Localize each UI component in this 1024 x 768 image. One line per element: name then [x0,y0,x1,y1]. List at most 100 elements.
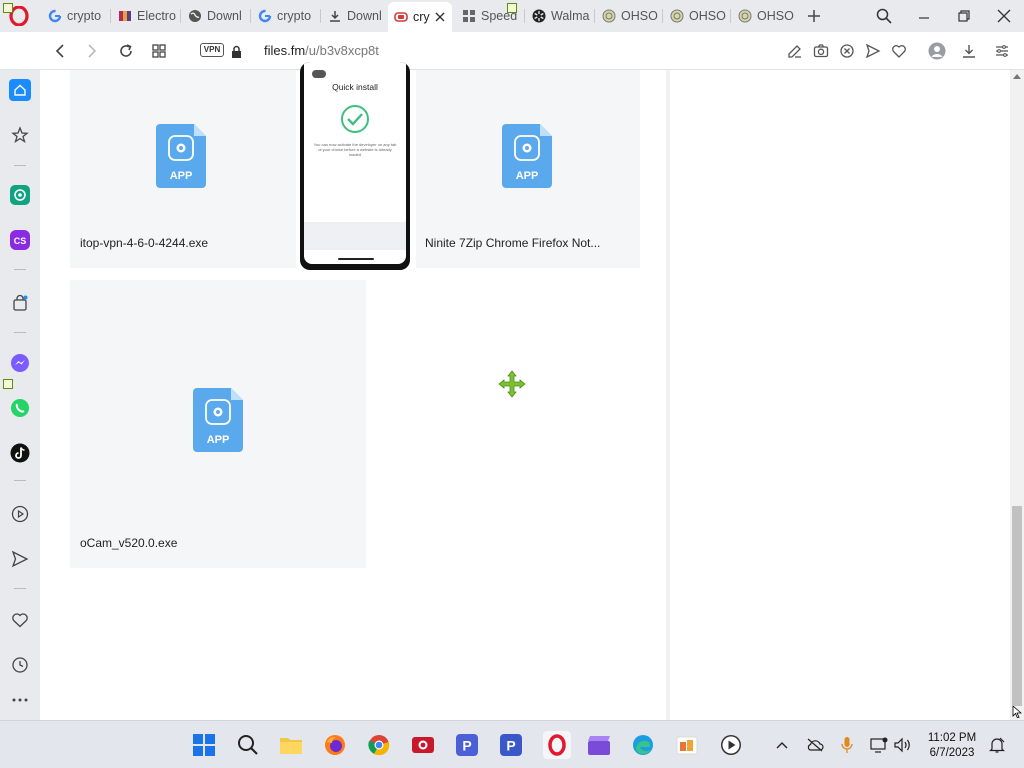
address-bar: VPN files.fm/u/b3v8xcp8t [0,32,1024,70]
easy-settings-button[interactable] [992,41,1012,61]
forward-button[interactable] [82,41,102,61]
resize-handle[interactable] [3,3,13,13]
profile-button[interactable] [927,41,947,61]
lock-icon[interactable] [229,41,243,61]
camera-icon [813,44,829,58]
reload-button[interactable] [116,41,136,61]
tab-download-1[interactable]: Downl [182,4,248,28]
bookmark-button[interactable] [889,41,909,61]
tab-label: OHSO [689,9,726,23]
tab-walmart[interactable]: Walma [526,4,592,28]
whatsapp-icon[interactable] [9,397,31,419]
show-hidden-icons-button[interactable] [772,735,792,755]
tab-ohso-2[interactable]: OHSO [664,4,728,28]
messenger-icon[interactable] [9,352,31,374]
shopping-bag-icon[interactable] [9,292,31,314]
p-app-2[interactable]: P [499,733,523,757]
notifications-button[interactable] [987,735,1007,755]
more-icon[interactable] [9,689,31,711]
firefox-app[interactable] [323,733,347,757]
file-explorer-app[interactable] [279,733,303,757]
p-app-icon: P [500,734,522,756]
chatgpt-icon[interactable] [9,184,31,206]
column-divider [666,70,670,720]
media-player-app[interactable] [719,733,743,757]
tab-label: crypto [277,9,312,23]
opera-app[interactable] [543,731,571,759]
resize-handle[interactable] [3,379,13,389]
firefox-icon [325,735,345,755]
recorder-icon [412,737,434,753]
office-icon [676,736,698,755]
send-button[interactable] [863,41,883,61]
chrome-icon [368,735,390,756]
tab-label: Electro [137,9,176,23]
tab-ohso-3[interactable]: OHSO [732,4,798,28]
scrollbar-thumb[interactable] [1012,506,1022,706]
chrome-app[interactable] [367,733,391,757]
player-icon[interactable] [9,503,31,525]
tab-search-button[interactable] [864,0,904,32]
phone-overlay-image[interactable]: Quick install You can now activate the d… [300,62,410,270]
phone-screen: Quick install You can now activate the d… [304,62,406,264]
tab-ohso-1[interactable]: OHSO [596,4,660,28]
vpn-badge[interactable]: VPN [200,43,224,57]
chatsonic-icon[interactable]: CS [9,229,31,251]
tab-overview-button[interactable] [149,41,169,61]
edit-icon [788,45,801,58]
onedrive-tray[interactable] [805,735,825,755]
p-app-1[interactable]: P [455,733,479,757]
microphone-tray[interactable] [837,735,857,755]
tab-download-2[interactable]: Downl [322,4,386,28]
tab-files-fm-active[interactable]: cry [388,2,452,32]
scroll-up-icon[interactable] [1013,73,1021,79]
edge-app[interactable] [631,733,655,757]
tiktok-icon[interactable] [9,442,31,464]
resize-handle[interactable] [507,3,517,13]
file-tile-ocam[interactable]: APP oCam_v520.0.exe [70,280,366,568]
speed-dial-star-icon[interactable] [9,124,31,146]
adblock-button[interactable] [837,41,857,61]
office-app[interactable] [675,733,699,757]
send-flow-icon[interactable] [9,548,31,570]
taskbar-search-button[interactable] [236,733,260,757]
file-tile-ninite[interactable]: APP Ninite 7Zip Chrome Firefox Not... [416,70,640,268]
clapper-icon [588,736,610,755]
download-icon [963,45,975,58]
home-icon[interactable] [9,79,31,101]
tab-crypto-1[interactable]: crypto [42,4,108,28]
tab-label: Walma [551,9,590,23]
clipchamp-app[interactable] [587,733,611,757]
volume-tray[interactable] [893,735,913,755]
restore-button[interactable] [944,0,984,32]
url-field[interactable]: files.fm/u/b3v8xcp8t [264,43,379,58]
speaker-icon [894,737,910,753]
file-name[interactable]: oCam_v520.0.exe [80,536,177,550]
snapshot-button[interactable] [811,41,831,61]
app-file-icon: APP [502,124,552,188]
downloads-button[interactable] [959,41,979,61]
screen-recorder-app[interactable] [411,733,435,757]
file-name[interactable]: itop-vpn-4-6-0-4244.exe [80,236,208,250]
ohso-icon [602,9,616,23]
start-button[interactable] [192,733,216,757]
taskbar-clock[interactable]: 11:02 PM 6/7/2023 [918,731,986,761]
svg-text:P: P [506,738,515,754]
new-tab-button[interactable] [800,0,828,32]
quick-install-title: Quick install [332,82,378,92]
tab-crypto-2[interactable]: crypto [252,4,318,28]
history-icon[interactable] [9,654,31,676]
bookmarks-heart-icon[interactable] [9,609,31,631]
close-icon [997,9,1011,23]
easy-setup-button[interactable] [785,41,805,61]
back-button[interactable] [50,41,70,61]
close-window-button[interactable] [984,0,1024,32]
file-name[interactable]: Ninite 7Zip Chrome Firefox Not... [425,236,600,250]
file-tile-itop[interactable]: APP itop-vpn-4-6-0-4244.exe [70,70,296,268]
tab-electro[interactable]: Electro [112,4,178,28]
vertical-scrollbar[interactable] [1010,70,1024,720]
minimize-button[interactable] [904,0,944,32]
settings-sliders-icon [996,45,1008,57]
network-tray[interactable] [869,735,889,755]
close-tab-icon[interactable] [435,10,446,24]
